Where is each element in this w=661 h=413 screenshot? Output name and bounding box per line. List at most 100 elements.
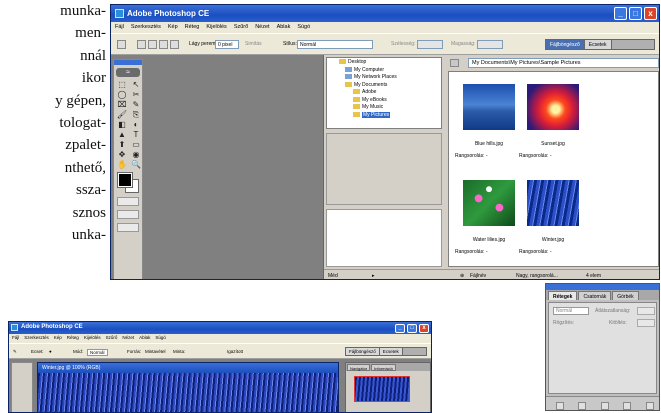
tree-item-my-computer[interactable]: My Computer bbox=[329, 67, 439, 75]
close-button[interactable]: x bbox=[644, 7, 657, 20]
add-selection-icon[interactable] bbox=[148, 40, 157, 49]
menu-select[interactable]: Kijelölés bbox=[206, 24, 226, 33]
pattern-radio[interactable]: Minta: bbox=[173, 349, 185, 354]
minimize-button[interactable]: _ bbox=[614, 7, 627, 20]
width-input[interactable] bbox=[417, 40, 443, 49]
menu-image[interactable]: Kép bbox=[54, 335, 62, 343]
view-mode-select[interactable]: Nagy, rangsorolá... bbox=[516, 273, 558, 279]
title-bar[interactable]: Adobe Photoshop CE _ □ x bbox=[9, 322, 431, 334]
menu-filter[interactable]: Szűrő bbox=[106, 335, 118, 343]
intersect-selection-icon[interactable] bbox=[170, 40, 179, 49]
tab-channels[interactable]: Csatornák bbox=[578, 291, 612, 300]
tab-brushes[interactable]: Ecsetek bbox=[379, 348, 403, 355]
type-tool-icon[interactable]: T bbox=[130, 130, 142, 139]
title-bar[interactable]: Adobe Photoshop CE _ □ x bbox=[111, 5, 659, 22]
antialias-checkbox[interactable]: Simítás bbox=[245, 41, 262, 47]
style-select[interactable]: Normál bbox=[297, 40, 373, 49]
menu-layer[interactable]: Réteg bbox=[67, 335, 79, 343]
tree-item-my-ebooks[interactable]: My eBooks bbox=[329, 97, 439, 105]
aligned-checkbox[interactable]: Igazított bbox=[227, 349, 243, 354]
menu-window[interactable]: Ablak bbox=[277, 24, 291, 33]
menu-view[interactable]: Nézet bbox=[122, 335, 134, 343]
path-select[interactable]: My Documents\My Pictures\Sample Pictures bbox=[468, 58, 659, 68]
navigator-thumbnail[interactable] bbox=[354, 376, 410, 402]
menu-file[interactable]: Fájl bbox=[12, 335, 19, 343]
thumbnail-item[interactable]: Sunset.jpg Rangsorolás: - bbox=[517, 78, 617, 170]
menu-help[interactable]: Súgó bbox=[155, 335, 166, 343]
mode-select[interactable]: Normál bbox=[87, 349, 108, 356]
layer-style-icon[interactable] bbox=[556, 402, 564, 410]
foreground-color-swatch[interactable] bbox=[117, 172, 133, 188]
stamp-tool-icon[interactable]: ⎘ bbox=[130, 110, 142, 119]
eraser-tool-icon[interactable]: ◧ bbox=[116, 120, 128, 129]
tree-item-adobe[interactable]: Adobe bbox=[329, 89, 439, 97]
adjustment-icon[interactable] bbox=[623, 402, 632, 410]
minimize-button[interactable]: _ bbox=[395, 324, 405, 333]
marquee-tool-icon[interactable]: ⬚ bbox=[116, 80, 128, 89]
play-icon[interactable]: ▸ bbox=[372, 273, 375, 279]
tab-file-browser[interactable]: Fájlböngésző bbox=[346, 348, 380, 355]
tab-paths[interactable]: Görbék bbox=[612, 291, 639, 300]
sampled-radio[interactable]: Mintavétel bbox=[145, 349, 166, 354]
status-left-select[interactable]: Méd bbox=[328, 273, 338, 279]
jump-to-imageready-button[interactable] bbox=[117, 223, 139, 232]
blend-mode-select[interactable]: Normál bbox=[553, 307, 589, 315]
fill-input[interactable] bbox=[637, 319, 655, 327]
shape-tool-icon[interactable]: ▭ bbox=[130, 140, 142, 149]
move-tool-icon[interactable]: ↖ bbox=[130, 80, 142, 89]
tab-file-browser[interactable]: Fájlböngésző bbox=[546, 40, 585, 49]
tree-item-my-documents[interactable]: My Documents bbox=[329, 82, 439, 90]
tree-item-my-pictures[interactable]: My Pictures bbox=[329, 111, 439, 120]
sort-icon[interactable]: ⊕ bbox=[460, 273, 464, 279]
menu-help[interactable]: Súgó bbox=[297, 24, 310, 33]
crop-tool-icon[interactable]: ✂ bbox=[130, 90, 142, 99]
menu-edit[interactable]: Szerkesztés bbox=[24, 335, 49, 343]
quick-mask-toggle[interactable] bbox=[117, 197, 139, 206]
subtract-selection-icon[interactable] bbox=[159, 40, 168, 49]
photoshop-feather-icon[interactable]: ≈ bbox=[116, 68, 140, 77]
folder-up-icon[interactable] bbox=[450, 59, 459, 67]
maximize-button[interactable]: □ bbox=[629, 7, 642, 20]
zoom-tool-icon[interactable]: 🔍 bbox=[130, 160, 142, 169]
document-title[interactable]: Winter.jpg @ 100% (RGB) bbox=[38, 363, 338, 373]
tree-item-desktop[interactable]: Desktop bbox=[329, 59, 439, 67]
gradient-tool-icon[interactable]: ◐ bbox=[130, 120, 142, 129]
menu-filter[interactable]: Szűrő bbox=[234, 24, 248, 33]
menu-layer[interactable]: Réteg bbox=[185, 24, 200, 33]
new-set-icon[interactable] bbox=[600, 402, 609, 410]
thumbnail-item[interactable]: Winter.jpg Rangsorolás: - bbox=[517, 174, 617, 266]
tree-item-network-places[interactable]: My Network Places bbox=[329, 74, 439, 82]
menu-select[interactable]: Kijelölés bbox=[84, 335, 101, 343]
tab-layers[interactable]: Rétegek bbox=[548, 291, 578, 300]
close-button[interactable]: x bbox=[419, 324, 429, 333]
sort-by-select[interactable]: Fájlnév bbox=[470, 273, 486, 279]
hand-tool-icon[interactable]: ✋ bbox=[116, 160, 128, 169]
tree-item-my-music[interactable]: My Music bbox=[329, 104, 439, 112]
menu-file[interactable]: Fájl bbox=[115, 24, 124, 33]
new-selection-icon[interactable] bbox=[137, 40, 146, 49]
tab-navigator[interactable]: Navigátor bbox=[347, 364, 371, 371]
pencil-tool-icon[interactable]: ✎ bbox=[130, 100, 142, 109]
brush-tool-icon[interactable]: 🖌 bbox=[116, 110, 128, 119]
lasso-tool-icon[interactable]: ◯ bbox=[116, 90, 128, 99]
sharpen-tool-icon[interactable]: ▲ bbox=[116, 130, 128, 139]
eyedropper-tool-icon[interactable]: ◉ bbox=[130, 150, 142, 159]
screen-mode-toggle[interactable] bbox=[117, 210, 139, 219]
toolbox-title-bar[interactable] bbox=[114, 60, 142, 65]
notes-tool-icon[interactable]: ✥ bbox=[116, 150, 128, 159]
menu-image[interactable]: Kép bbox=[168, 24, 178, 33]
menu-window[interactable]: Ablak bbox=[139, 335, 150, 343]
feather-input[interactable]: 0 pixel bbox=[215, 40, 239, 49]
tab-brushes[interactable]: Ecsetek bbox=[584, 40, 612, 49]
mask-icon[interactable] bbox=[578, 402, 587, 410]
menu-view[interactable]: Nézet bbox=[255, 24, 269, 33]
menu-edit[interactable]: Szerkesztés bbox=[131, 24, 161, 33]
maximize-button[interactable]: □ bbox=[407, 324, 417, 333]
path-select-tool-icon[interactable]: ⬆ bbox=[116, 140, 128, 149]
slice-tool-icon[interactable]: ⌧ bbox=[116, 100, 128, 109]
height-input[interactable] bbox=[477, 40, 503, 49]
tab-info[interactable]: Információ bbox=[371, 364, 396, 371]
document-canvas[interactable] bbox=[38, 373, 338, 412]
stamp-tool-icon[interactable]: ✎ bbox=[13, 349, 17, 355]
new-layer-icon[interactable] bbox=[645, 402, 654, 410]
